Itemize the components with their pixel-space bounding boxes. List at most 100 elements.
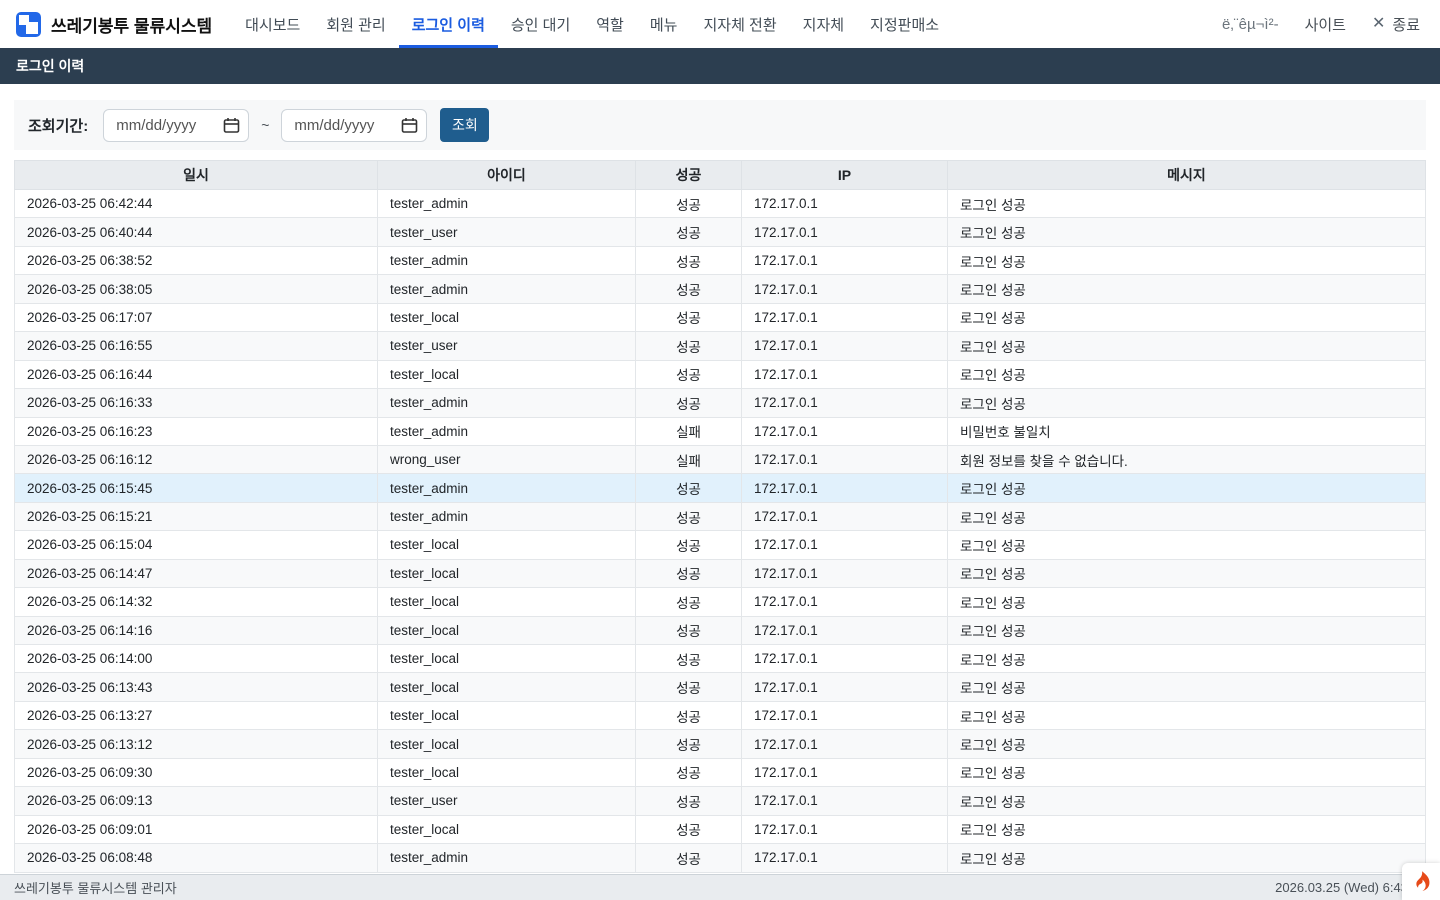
table-row[interactable]: 2026-03-25 06:42:44tester_admin성공172.17.… xyxy=(15,190,1426,218)
topbar-right: ë‚¨êµ¬ì²- 사이트 ✕ 종료 xyxy=(1222,0,1420,48)
table-row[interactable]: 2026-03-25 06:16:44tester_local성공172.17.… xyxy=(15,360,1426,388)
date-from-wrap xyxy=(103,109,249,142)
cell-ip: 172.17.0.1 xyxy=(742,445,948,473)
table-row[interactable]: 2026-03-25 06:09:01tester_local성공172.17.… xyxy=(15,815,1426,843)
org-name-text: ë‚¨êµ¬ì²- xyxy=(1222,16,1279,33)
cell-datetime: 2026-03-25 06:09:01 xyxy=(15,815,378,843)
cell-status: 성공 xyxy=(636,758,742,786)
cell-datetime: 2026-03-25 06:15:04 xyxy=(15,531,378,559)
table-row[interactable]: 2026-03-25 06:13:27tester_local성공172.17.… xyxy=(15,701,1426,729)
cell-datetime: 2026-03-25 06:40:44 xyxy=(15,218,378,246)
cell-user-id: tester_local xyxy=(378,559,636,587)
cell-ip: 172.17.0.1 xyxy=(742,616,948,644)
cell-user-id: tester_admin xyxy=(378,474,636,502)
nav-item-org[interactable]: 지자체 xyxy=(790,0,857,48)
top-bar: 쓰레기봉투 물류시스템 대시보드회원 관리로그인 이력승인 대기역할메뉴지자체 … xyxy=(0,0,1440,48)
nav-item-roles[interactable]: 역할 xyxy=(583,0,637,48)
app-title: 쓰레기봉투 물류시스템 xyxy=(51,12,212,37)
table-row[interactable]: 2026-03-25 06:13:12tester_local성공172.17.… xyxy=(15,730,1426,758)
table-row[interactable]: 2026-03-25 06:14:47tester_local성공172.17.… xyxy=(15,559,1426,587)
cell-ip: 172.17.0.1 xyxy=(742,787,948,815)
column-header-3: IP xyxy=(742,161,948,190)
cell-user-id: tester_local xyxy=(378,531,636,559)
cell-message: 로그인 성공 xyxy=(948,701,1426,729)
table-body: 2026-03-25 06:42:44tester_admin성공172.17.… xyxy=(15,190,1426,873)
site-link[interactable]: 사이트 xyxy=(1305,14,1346,35)
table-row[interactable]: 2026-03-25 06:16:55tester_user성공172.17.0… xyxy=(15,332,1426,360)
main-nav: 대시보드회원 관리로그인 이력승인 대기역할메뉴지자체 전환지자체지정판매소 xyxy=(232,0,952,48)
cell-ip: 172.17.0.1 xyxy=(742,559,948,587)
cell-status: 성공 xyxy=(636,389,742,417)
cell-datetime: 2026-03-25 06:09:13 xyxy=(15,787,378,815)
table-row[interactable]: 2026-03-25 06:15:45tester_admin성공172.17.… xyxy=(15,474,1426,502)
table-row[interactable]: 2026-03-25 06:16:23tester_admin실패172.17.… xyxy=(15,417,1426,445)
table-row[interactable]: 2026-03-25 06:08:48tester_admin성공172.17.… xyxy=(15,844,1426,872)
cell-datetime: 2026-03-25 06:16:12 xyxy=(15,445,378,473)
cell-user-id: tester_user xyxy=(378,787,636,815)
table-row[interactable]: 2026-03-25 06:09:13tester_user성공172.17.0… xyxy=(15,787,1426,815)
debug-toolbar-badge[interactable] xyxy=(1402,863,1440,900)
table-row[interactable]: 2026-03-25 06:17:07tester_local성공172.17.… xyxy=(15,303,1426,331)
exit-button[interactable]: ✕ 종료 xyxy=(1372,14,1420,35)
cell-user-id: tester_local xyxy=(378,645,636,673)
cell-message: 비밀번호 불일치 xyxy=(948,417,1426,445)
cell-user-id: tester_local xyxy=(378,730,636,758)
cell-message: 로그인 성공 xyxy=(948,332,1426,360)
cell-message: 로그인 성공 xyxy=(948,758,1426,786)
cell-datetime: 2026-03-25 06:13:12 xyxy=(15,730,378,758)
table-row[interactable]: 2026-03-25 06:15:21tester_admin성공172.17.… xyxy=(15,502,1426,530)
cell-message: 로그인 성공 xyxy=(948,588,1426,616)
table-row[interactable]: 2026-03-25 06:38:52tester_admin성공172.17.… xyxy=(15,246,1426,274)
date-from-input[interactable] xyxy=(103,109,249,142)
nav-item-dashboard[interactable]: 대시보드 xyxy=(232,0,313,48)
cell-user-id: tester_local xyxy=(378,758,636,786)
table-row[interactable]: 2026-03-25 06:14:16tester_local성공172.17.… xyxy=(15,616,1426,644)
nav-item-menu[interactable]: 메뉴 xyxy=(637,0,691,48)
cell-message: 로그인 성공 xyxy=(948,474,1426,502)
flame-icon xyxy=(1411,871,1431,893)
cell-ip: 172.17.0.1 xyxy=(742,815,948,843)
cell-message: 로그인 성공 xyxy=(948,815,1426,843)
cell-ip: 172.17.0.1 xyxy=(742,730,948,758)
table-row[interactable]: 2026-03-25 06:40:44tester_user성공172.17.0… xyxy=(15,218,1426,246)
table-row[interactable]: 2026-03-25 06:14:32tester_local성공172.17.… xyxy=(15,588,1426,616)
table-row[interactable]: 2026-03-25 06:09:30tester_local성공172.17.… xyxy=(15,758,1426,786)
table-row[interactable]: 2026-03-25 06:13:43tester_local성공172.17.… xyxy=(15,673,1426,701)
nav-item-member-management[interactable]: 회원 관리 xyxy=(313,0,398,48)
nav-item-org-switch[interactable]: 지자체 전환 xyxy=(690,0,789,48)
cell-user-id: tester_local xyxy=(378,616,636,644)
filter-panel: 조회기간: ~ 조회 xyxy=(14,100,1426,150)
cell-ip: 172.17.0.1 xyxy=(742,275,948,303)
table-row[interactable]: 2026-03-25 06:15:04tester_local성공172.17.… xyxy=(15,531,1426,559)
nav-item-approval-pending[interactable]: 승인 대기 xyxy=(498,0,583,48)
cell-ip: 172.17.0.1 xyxy=(742,332,948,360)
nav-item-designated-stores[interactable]: 지정판매소 xyxy=(857,0,952,48)
cell-datetime: 2026-03-25 06:38:05 xyxy=(15,275,378,303)
cell-user-id: tester_admin xyxy=(378,246,636,274)
cell-status: 실패 xyxy=(636,417,742,445)
cell-status: 성공 xyxy=(636,701,742,729)
table-row[interactable]: 2026-03-25 06:16:33tester_admin성공172.17.… xyxy=(15,389,1426,417)
nav-item-login-history[interactable]: 로그인 이력 xyxy=(399,0,498,48)
search-button[interactable]: 조회 xyxy=(440,108,489,142)
table-row[interactable]: 2026-03-25 06:14:00tester_local성공172.17.… xyxy=(15,645,1426,673)
cell-message: 로그인 성공 xyxy=(948,360,1426,388)
cell-user-id: tester_local xyxy=(378,701,636,729)
cell-ip: 172.17.0.1 xyxy=(742,360,948,388)
cell-user-id: tester_local xyxy=(378,360,636,388)
cell-message: 로그인 성공 xyxy=(948,246,1426,274)
exit-label: 종료 xyxy=(1392,14,1420,35)
cell-status: 성공 xyxy=(636,588,742,616)
app-logo-icon xyxy=(16,12,41,37)
table-row[interactable]: 2026-03-25 06:16:12wrong_user실패172.17.0.… xyxy=(15,445,1426,473)
cell-user-id: tester_admin xyxy=(378,502,636,530)
date-to-input[interactable] xyxy=(281,109,427,142)
cell-user-id: tester_local xyxy=(378,588,636,616)
cell-message: 로그인 성공 xyxy=(948,730,1426,758)
table-row[interactable]: 2026-03-25 06:38:05tester_admin성공172.17.… xyxy=(15,275,1426,303)
cell-ip: 172.17.0.1 xyxy=(742,844,948,872)
cell-message: 로그인 성공 xyxy=(948,502,1426,530)
cell-datetime: 2026-03-25 06:13:27 xyxy=(15,701,378,729)
column-header-1: 아이디 xyxy=(378,161,636,190)
cell-datetime: 2026-03-25 06:14:32 xyxy=(15,588,378,616)
